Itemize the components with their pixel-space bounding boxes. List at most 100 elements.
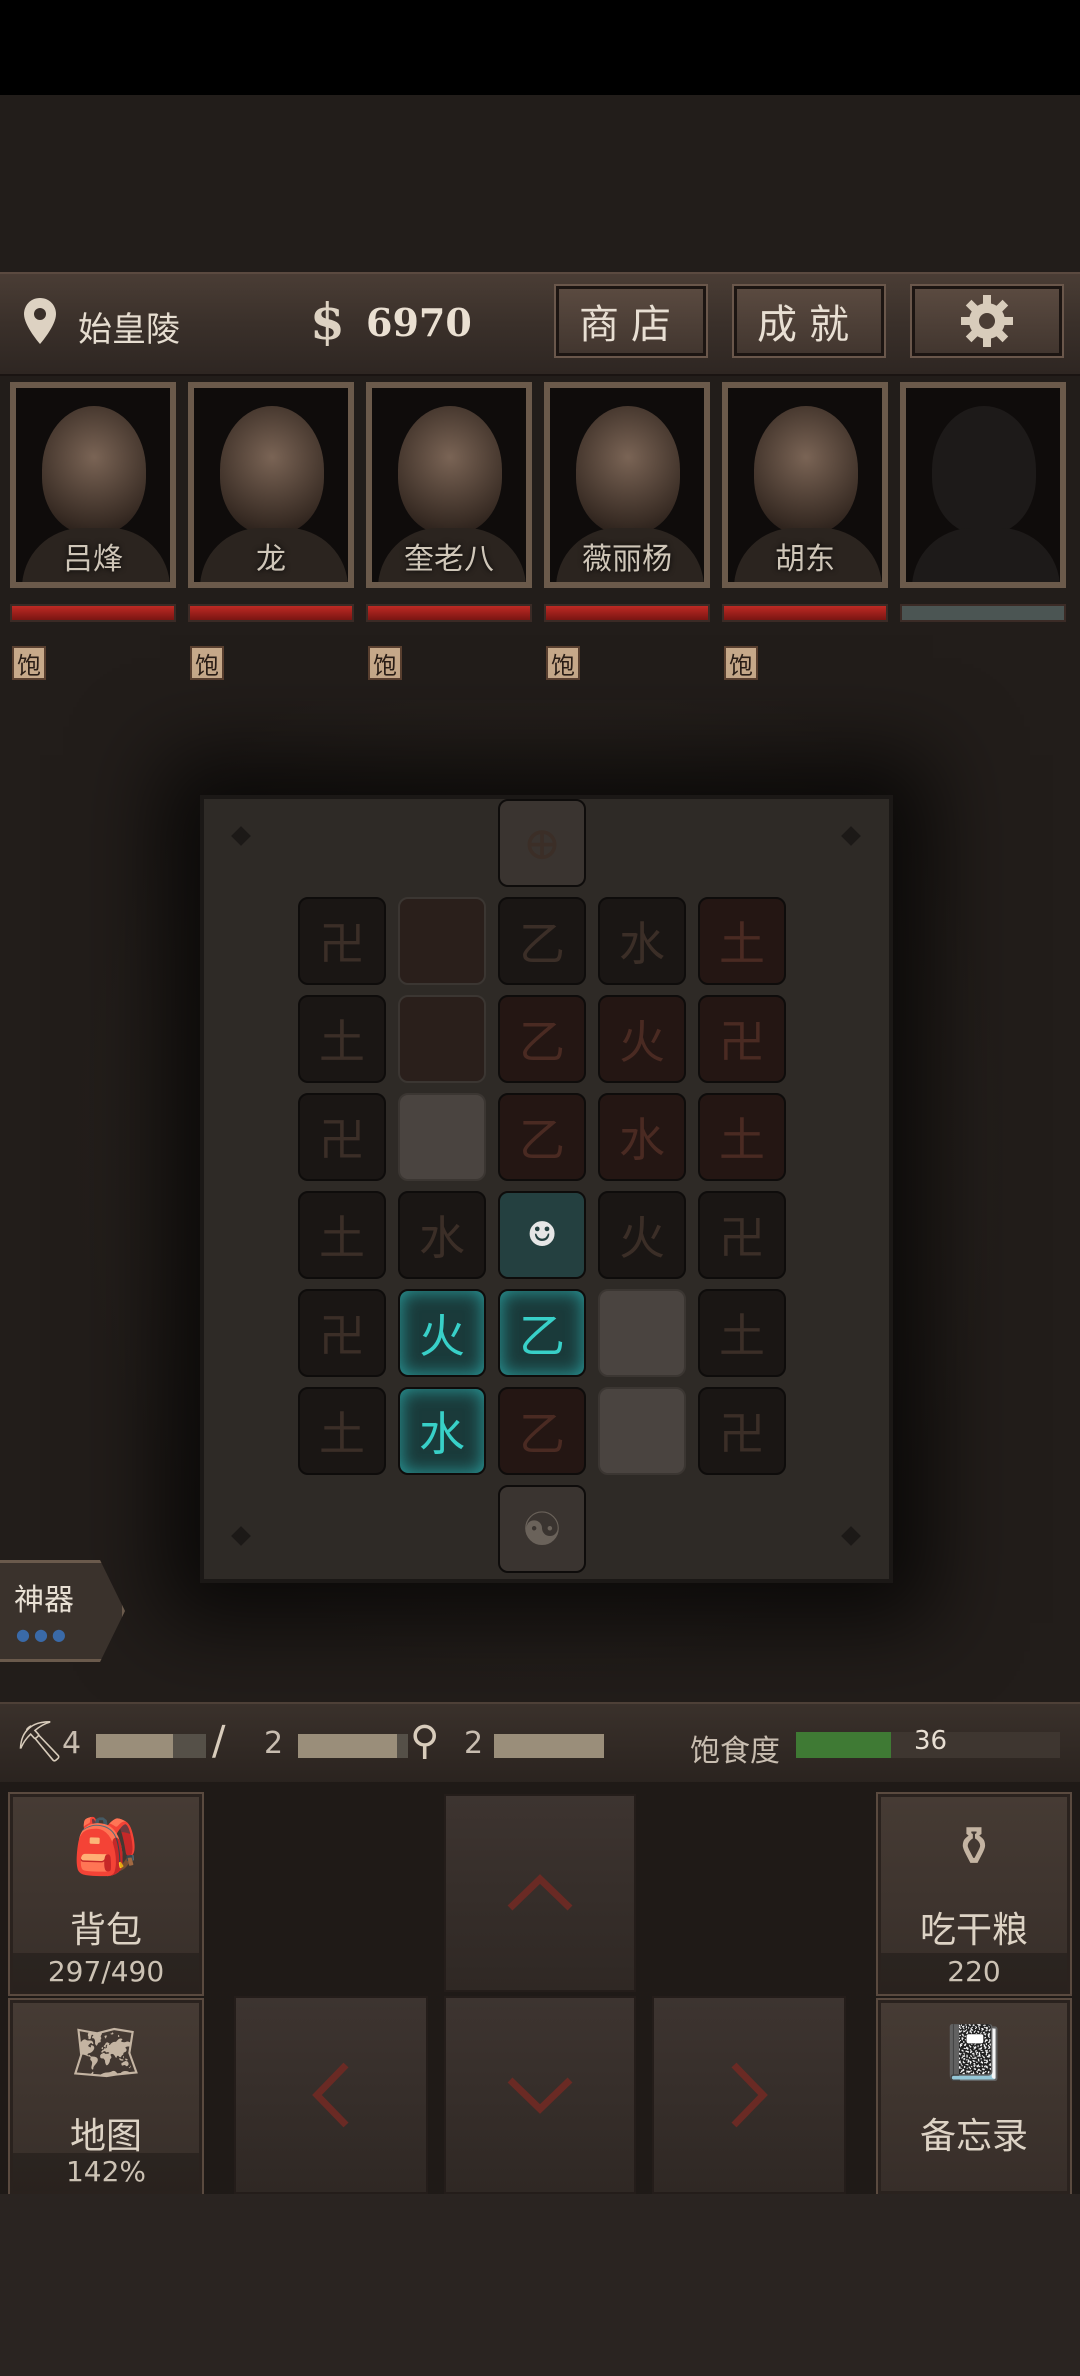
health-bar <box>544 604 710 622</box>
rune-tile[interactable]: 火 <box>598 995 686 1083</box>
member-name: 胡东 <box>775 542 835 577</box>
member-name: 薇丽杨 <box>582 542 672 577</box>
arrow-up-icon <box>507 1874 573 1911</box>
member-name: 奎老八 <box>404 542 494 577</box>
party-member-1[interactable]: 吕烽 <box>10 382 176 588</box>
backpack-button[interactable]: 🎒 背包 297/490 <box>8 1792 204 1996</box>
crowbar-durability-bar <box>298 1734 408 1758</box>
settings-button[interactable] <box>910 284 1064 358</box>
satiety-value: 36 <box>914 1726 948 1756</box>
artifact-label: 神器 <box>14 1583 74 1618</box>
rune-tile[interactable]: 土 <box>698 1093 786 1181</box>
tools-bar: ⛏ 4 ∕ 2 ⚲ 2 饱食度 36 <box>0 1702 1080 1786</box>
backpack-label: 背包 <box>69 1910 142 1951</box>
pickaxe-durability-bar <box>96 1734 206 1758</box>
rune-tile[interactable]: 水 <box>398 1191 486 1279</box>
satiety-label: 饱食度 <box>690 1734 780 1769</box>
party-member-3[interactable]: 奎老八 <box>366 382 532 588</box>
grain-sack-icon: ⚱ <box>951 1815 997 1878</box>
party-member-5[interactable]: 胡东 <box>722 382 888 588</box>
shovel-icon: ⚲ <box>410 1718 440 1764</box>
member-name: 龙 <box>256 542 286 577</box>
rune-tile[interactable]: 卍 <box>298 1289 386 1377</box>
party-member-2[interactable]: 龙 <box>188 382 354 588</box>
rune-tile[interactable]: 土 <box>298 1387 386 1475</box>
portrait-body <box>912 528 1060 582</box>
shovel-count: 2 <box>464 1726 484 1761</box>
arrow-right-icon <box>731 2062 768 2128</box>
gate-tile-top: ⊕ <box>498 799 586 887</box>
portrait-face <box>398 406 502 534</box>
controls-panel: 🎒 背包 297/490 ⚱ 吃干粮 220 🗺 地图 142% 📓 备忘录 <box>0 1782 1080 2196</box>
rune-tile[interactable]: 乙 <box>498 1387 586 1475</box>
memo-button[interactable]: 📓 备忘录 <box>876 1998 1072 2196</box>
health-bar <box>10 604 176 622</box>
move-right-button[interactable] <box>652 1996 846 2194</box>
floor-tile[interactable] <box>598 1289 686 1377</box>
location-pin-icon <box>24 298 56 344</box>
pickaxe-count: 4 <box>62 1726 82 1761</box>
money-icon: $ <box>310 292 345 351</box>
eat-ration-label: 吃干粮 <box>919 1910 1028 1951</box>
map-progress: 142% <box>13 2153 199 2191</box>
eat-ration-button[interactable]: ⚱ 吃干粮 220 <box>876 1792 1072 1996</box>
rune-tile[interactable]: 火 <box>598 1191 686 1279</box>
floor-tile[interactable] <box>398 995 486 1083</box>
top-bar: 始皇陵 $ 6970 商店 成就 <box>0 272 1080 376</box>
portrait-face <box>576 406 680 534</box>
move-down-button[interactable] <box>444 1996 636 2194</box>
notebook-icon: 📓 <box>940 2021 1008 2084</box>
rune-tile-glowing[interactable]: 火 <box>398 1289 486 1377</box>
rune-tile[interactable]: 卍 <box>298 897 386 985</box>
rune-tile[interactable]: 卍 <box>698 995 786 1083</box>
arrow-down-icon <box>507 2077 573 2114</box>
arrow-left-icon <box>312 2062 349 2128</box>
rune-tile[interactable]: 乙 <box>498 897 586 985</box>
portrait-face <box>754 406 858 534</box>
rune-tile[interactable]: 卍 <box>698 1387 786 1475</box>
move-left-button[interactable] <box>234 1996 428 2194</box>
status-bar <box>0 0 1080 95</box>
party-member-4[interactable]: 薇丽杨 <box>544 382 710 588</box>
puzzle-board: ⊕ 卍 乙 水 土 土 乙 火 卍 卍 乙 水 土 土 水 ☻ 火 卍 卍 火 … <box>200 795 893 1583</box>
gear-icon <box>961 295 1013 347</box>
achievements-button[interactable]: 成就 <box>732 284 886 358</box>
map-label: 地图 <box>69 2116 142 2157</box>
status-badge: 饱 <box>190 646 224 680</box>
rune-tile[interactable]: 水 <box>598 897 686 985</box>
party-slot-empty[interactable] <box>900 382 1066 588</box>
map-button[interactable]: 🗺 地图 142% <box>8 1998 204 2196</box>
rune-tile[interactable]: 土 <box>698 897 786 985</box>
bottom-area <box>0 2194 1080 2376</box>
rune-tile[interactable]: 土 <box>698 1289 786 1377</box>
floor-tile[interactable] <box>398 897 486 985</box>
floor-tile[interactable] <box>598 1387 686 1475</box>
rune-tile[interactable]: 卍 <box>298 1093 386 1181</box>
backpack-capacity: 297/490 <box>13 1953 199 1991</box>
shop-button[interactable]: 商店 <box>554 284 708 358</box>
status-badge: 饱 <box>546 646 580 680</box>
status-badge: 饱 <box>368 646 402 680</box>
money-amount: 6970 <box>366 300 472 345</box>
yin-yang-gate-icon: ☯ <box>498 1485 586 1573</box>
portrait-face <box>220 406 324 534</box>
member-name: 吕烽 <box>63 542 123 577</box>
health-bar <box>366 604 532 622</box>
rune-tile[interactable]: 乙 <box>498 995 586 1083</box>
rune-tile[interactable]: 土 <box>298 995 386 1083</box>
rune-tile[interactable]: 土 <box>298 1191 386 1279</box>
rune-tile[interactable]: 水 <box>598 1093 686 1181</box>
status-badge: 饱 <box>724 646 758 680</box>
artifact-tab[interactable]: 神器 ●●● <box>0 1560 125 1662</box>
pickaxe-icon: ⛏ <box>14 1719 65 1765</box>
rune-tile[interactable]: 卍 <box>698 1191 786 1279</box>
backpack-icon: 🎒 <box>72 1815 140 1878</box>
floor-tile[interactable] <box>398 1093 486 1181</box>
player-explorer-icon[interactable]: ☻ <box>498 1191 586 1279</box>
rune-tile-glowing[interactable]: 水 <box>398 1387 486 1475</box>
move-up-button[interactable] <box>444 1794 636 1992</box>
rune-tile[interactable]: 乙 <box>498 1093 586 1181</box>
health-bar-empty <box>900 604 1066 622</box>
rune-tile-glowing[interactable]: 乙 <box>498 1289 586 1377</box>
crowbar-count: 2 <box>264 1726 284 1761</box>
